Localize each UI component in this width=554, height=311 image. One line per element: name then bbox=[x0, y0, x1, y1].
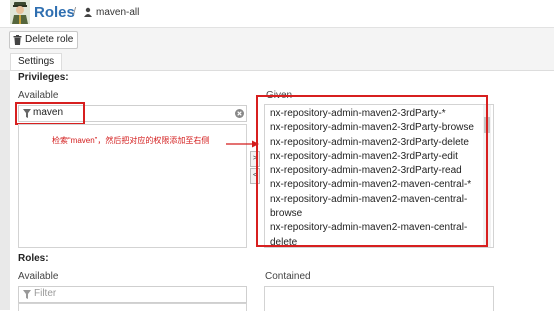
roles-contained-list[interactable] bbox=[264, 286, 494, 311]
privileges-heading: Privileges: bbox=[18, 72, 69, 83]
roles-filter-placeholder: Filter bbox=[34, 288, 57, 299]
trash-icon bbox=[13, 35, 22, 45]
roles-filter-field[interactable]: Filter bbox=[18, 286, 247, 303]
admin-avatar-icon bbox=[10, 0, 30, 24]
left-gutter bbox=[0, 70, 10, 310]
clear-search-icon[interactable] bbox=[235, 109, 244, 118]
user-role-icon bbox=[84, 7, 92, 17]
roles-available-label: Available bbox=[18, 271, 59, 282]
breadcrumb-current[interactable]: maven-all bbox=[96, 7, 139, 18]
breadcrumb-separator: / bbox=[73, 6, 77, 18]
instruction-annotation: 检索“maven”，然后把对应的权限添加至右侧 bbox=[52, 136, 210, 145]
roles-contained-label: Contained bbox=[265, 271, 311, 282]
search-highlight-box bbox=[15, 102, 85, 125]
roles-heading: Roles: bbox=[18, 253, 49, 264]
privileges-available-label: Available bbox=[18, 90, 59, 101]
filter-icon bbox=[23, 290, 31, 299]
page-title: Roles bbox=[34, 4, 75, 21]
tab-settings[interactable]: Settings bbox=[10, 53, 63, 70]
delete-role-label: Delete role bbox=[25, 34, 74, 45]
tab-bar bbox=[0, 52, 554, 71]
given-highlight-box bbox=[256, 95, 488, 247]
annotation-arrow-icon bbox=[226, 140, 259, 148]
delete-role-button[interactable]: Delete role bbox=[9, 31, 79, 49]
toolbar bbox=[0, 27, 554, 53]
